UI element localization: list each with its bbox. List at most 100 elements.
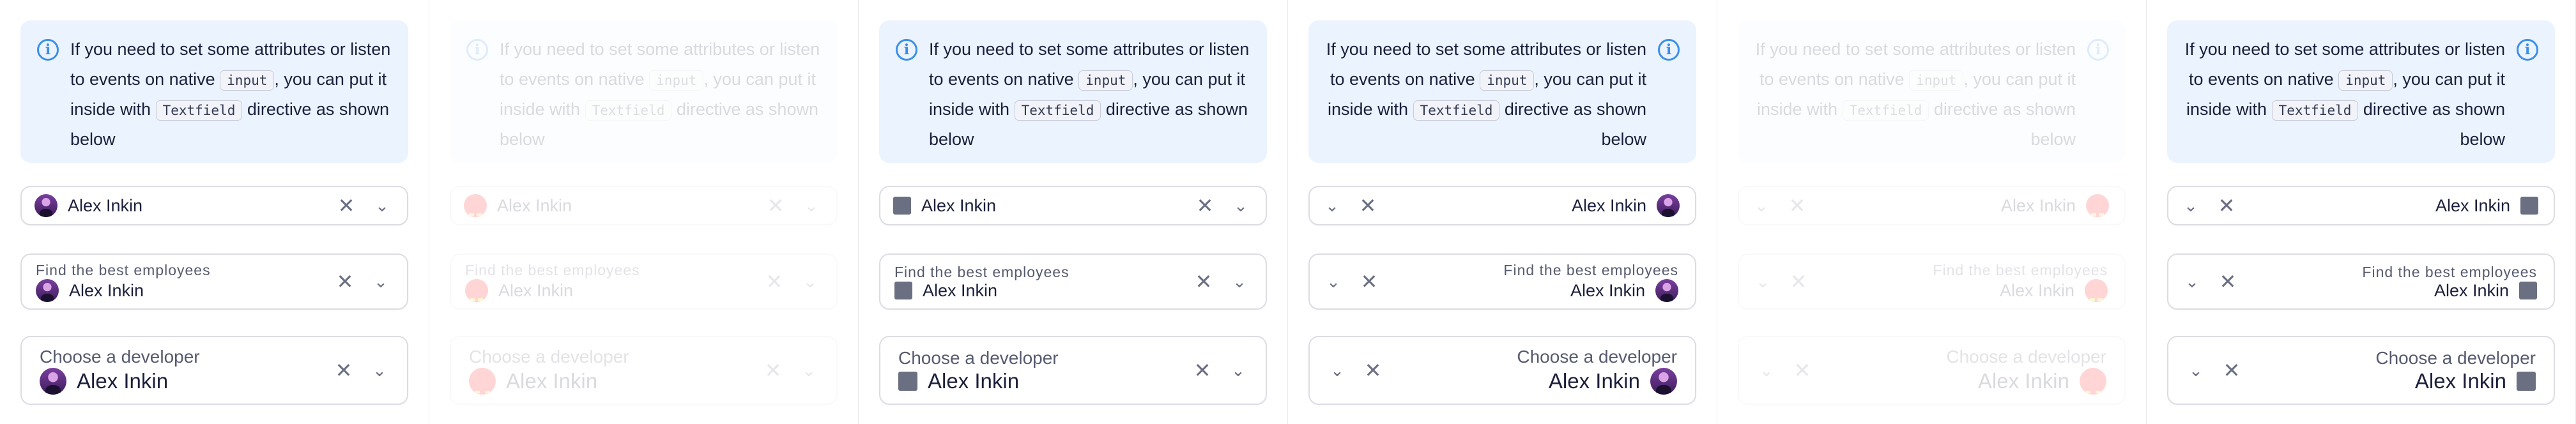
avatar bbox=[2085, 279, 2108, 302]
close-icon[interactable]: ✕ bbox=[2218, 271, 2237, 292]
field-label: Choose a developer bbox=[40, 347, 200, 367]
select-field-large[interactable]: Choose a developer Alex Inkin ✕ ⌄ bbox=[1308, 336, 1696, 405]
select-field-medium[interactable]: Find the best employees Alex Inkin ✕ ⌄ bbox=[879, 254, 1267, 310]
code-input: input bbox=[220, 70, 275, 91]
notification-text: If you need to set some attributes or li… bbox=[2184, 40, 2505, 149]
selected-value: Alex Inkin bbox=[498, 280, 574, 300]
close-icon[interactable]: ✕ bbox=[334, 360, 353, 381]
chevron-down-icon: ⌄ bbox=[1759, 361, 1774, 380]
code-textfield: Textfield bbox=[155, 100, 243, 121]
close-icon: ✕ bbox=[1790, 270, 1807, 293]
select-field-medium[interactable]: Find the best employees Alex Inkin ✕ ⌄ bbox=[1308, 254, 1696, 310]
selected-value: Alex Inkin bbox=[77, 369, 169, 393]
info-icon: i bbox=[2087, 39, 2109, 61]
selected-value: Alex Inkin bbox=[506, 369, 598, 393]
select-field-small: Alex Inkin ✕ ⌄ bbox=[1738, 186, 2126, 225]
chevron-down-icon[interactable]: ⌄ bbox=[1230, 271, 1249, 292]
square-icon bbox=[898, 372, 917, 391]
chevron-down-icon: ⌄ bbox=[1754, 196, 1768, 215]
field-label: Choose a developer bbox=[1946, 347, 2106, 367]
panel-ltr-avatar: i If you need to set some attributes or … bbox=[0, 0, 429, 424]
notification-text: If you need to set some attributes or li… bbox=[500, 40, 820, 149]
selected-value: Alex Inkin bbox=[68, 195, 143, 215]
panel-ltr-disabled: i If you need to set some attributes or … bbox=[429, 0, 859, 424]
info-icon: i bbox=[2517, 39, 2538, 61]
select-field-medium[interactable]: Find the best employees Alex Inkin ✕ ⌄ bbox=[2167, 254, 2555, 310]
notification-text: If you need to set some attributes or li… bbox=[929, 40, 1250, 149]
notification-text: If you need to set some attributes or li… bbox=[1755, 40, 2076, 149]
code-input: input bbox=[1078, 70, 1133, 91]
chevron-down-icon[interactable]: ⌄ bbox=[1328, 360, 1347, 381]
select-field-small[interactable]: Alex Inkin ✕ ⌄ bbox=[20, 186, 408, 225]
select-field-medium[interactable]: Find the best employees Alex Inkin ✕ ⌄ bbox=[20, 254, 408, 310]
close-icon[interactable]: ✕ bbox=[1358, 195, 1377, 216]
panel-ltr-square: i If you need to set some attributes or … bbox=[859, 0, 1288, 424]
close-icon[interactable]: ✕ bbox=[1194, 271, 1213, 292]
avatar bbox=[1657, 194, 1680, 217]
info-notification: i If you need to set some attributes or … bbox=[20, 20, 408, 163]
select-field-large[interactable]: Choose a developer Alex Inkin ✕ ⌄ bbox=[20, 336, 408, 405]
select-field-large[interactable]: Choose a developer Alex Inkin ✕ ⌄ bbox=[879, 336, 1267, 405]
chevron-down-icon: ⌄ bbox=[804, 196, 818, 215]
info-notification: i If you need to set some attributes or … bbox=[879, 20, 1267, 163]
chevron-down-icon[interactable]: ⌄ bbox=[372, 195, 392, 216]
close-icon: ✕ bbox=[1788, 194, 1806, 217]
chevron-down-icon: ⌄ bbox=[802, 361, 816, 380]
field-label: Choose a developer bbox=[898, 348, 1059, 368]
close-icon[interactable]: ✕ bbox=[335, 271, 355, 292]
selected-value: Alex Inkin bbox=[2000, 195, 2076, 215]
chevron-down-icon[interactable]: ⌄ bbox=[370, 360, 389, 381]
close-icon[interactable]: ✕ bbox=[1193, 360, 1212, 381]
info-icon: i bbox=[37, 39, 59, 61]
close-icon[interactable]: ✕ bbox=[2217, 195, 2236, 216]
close-icon[interactable]: ✕ bbox=[337, 195, 356, 216]
chevron-down-icon[interactable]: ⌄ bbox=[1322, 195, 1342, 216]
code-input: input bbox=[2338, 70, 2393, 91]
select-field-small[interactable]: Alex Inkin ✕ ⌄ bbox=[1308, 186, 1696, 225]
code-input: input bbox=[1480, 70, 1535, 91]
code-textfield: Textfield bbox=[1014, 100, 1101, 121]
selected-value: Alex Inkin bbox=[2414, 369, 2506, 393]
close-icon: ✕ bbox=[767, 194, 785, 217]
avatar bbox=[36, 279, 59, 302]
notification-text: If you need to set some attributes or li… bbox=[1326, 40, 1646, 149]
info-icon: i bbox=[466, 39, 488, 61]
avatar bbox=[40, 368, 66, 395]
select-field-large[interactable]: Choose a developer Alex Inkin ✕ ⌄ bbox=[2167, 336, 2555, 405]
info-notification: i If you need to set some attributes or … bbox=[1308, 20, 1696, 163]
code-input: input bbox=[1909, 70, 1964, 91]
close-icon[interactable]: ✕ bbox=[1195, 195, 1215, 216]
close-icon: ✕ bbox=[764, 359, 782, 382]
selected-value: Alex Inkin bbox=[497, 195, 572, 215]
select-field-medium: Find the best employees Alex Inkin ✕ ⌄ bbox=[1738, 254, 2126, 310]
select-field-small[interactable]: Alex Inkin ✕ ⌄ bbox=[879, 186, 1267, 225]
selected-value: Alex Inkin bbox=[1548, 369, 1640, 393]
info-notification: i If you need to set some attributes or … bbox=[450, 20, 838, 163]
close-icon[interactable]: ✕ bbox=[1363, 360, 1383, 381]
selected-value: Alex Inkin bbox=[923, 280, 998, 300]
close-icon[interactable]: ✕ bbox=[1360, 271, 1379, 292]
selected-value: Alex Inkin bbox=[1977, 369, 2069, 393]
close-icon: ✕ bbox=[1793, 359, 1811, 382]
field-label: Choose a developer bbox=[469, 347, 629, 367]
chevron-down-icon[interactable]: ⌄ bbox=[371, 271, 390, 292]
avatar bbox=[2080, 368, 2106, 395]
selected-value: Alex Inkin bbox=[1571, 195, 1646, 215]
close-icon[interactable]: ✕ bbox=[2222, 360, 2241, 381]
chevron-down-icon: ⌄ bbox=[1756, 272, 1770, 291]
avatar bbox=[465, 279, 488, 302]
chevron-down-icon[interactable]: ⌄ bbox=[2186, 360, 2205, 381]
chevron-down-icon[interactable]: ⌄ bbox=[2181, 195, 2200, 216]
select-field-medium: Find the best employees Alex Inkin ✕ ⌄ bbox=[450, 254, 838, 310]
chevron-down-icon[interactable]: ⌄ bbox=[2182, 271, 2202, 292]
selected-value: Alex Inkin bbox=[2434, 280, 2509, 300]
select-field-small[interactable]: Alex Inkin ✕ ⌄ bbox=[2167, 186, 2555, 225]
info-icon: i bbox=[1658, 39, 1680, 61]
chevron-down-icon[interactable]: ⌄ bbox=[1324, 271, 1343, 292]
field-label: Choose a developer bbox=[2375, 348, 2536, 368]
field-label: Find the best employees bbox=[465, 262, 640, 278]
info-icon: i bbox=[896, 39, 917, 61]
avatar bbox=[464, 194, 487, 217]
chevron-down-icon[interactable]: ⌄ bbox=[1231, 195, 1250, 216]
chevron-down-icon[interactable]: ⌄ bbox=[1229, 360, 1248, 381]
